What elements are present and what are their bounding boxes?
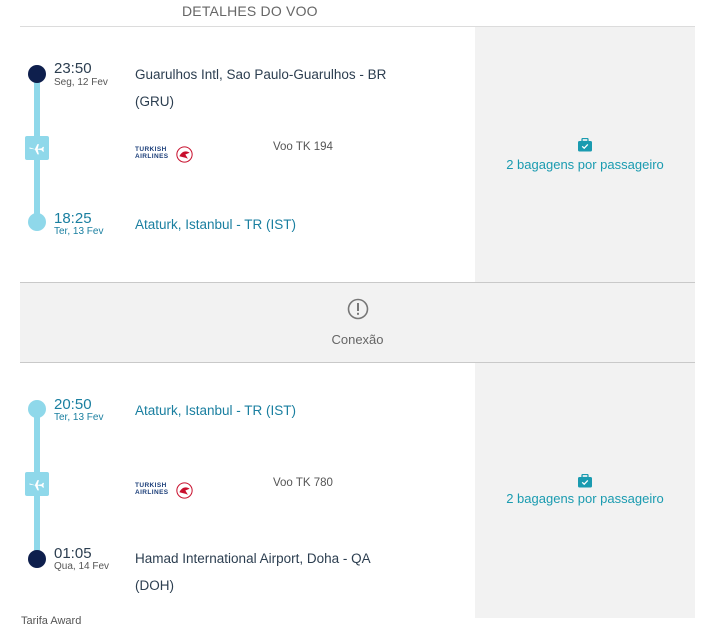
departure-date: Seg, 12 Fev <box>54 77 108 88</box>
airline-name-line1: TURKISH <box>135 146 167 153</box>
departure-time: 20:50 <box>54 396 92 413</box>
turkish-airlines-logo: TURKISH AIRLINES <box>135 146 195 164</box>
suitcase-check-icon <box>578 474 592 488</box>
airline-emblem-icon <box>176 482 193 499</box>
airline-name-line1: TURKISH <box>135 482 167 489</box>
departure-airport-code: (GRU) <box>135 94 174 109</box>
plane-icon <box>25 136 49 160</box>
page-title: DETALHES DO VOO <box>182 3 318 19</box>
departure-airport: Ataturk, Istanbul - TR (IST) <box>135 397 435 424</box>
departure-time: 23:50 <box>54 60 92 77</box>
departure-dot <box>28 65 46 83</box>
flight-number: Voo TK 194 <box>273 141 333 153</box>
baggage-panel: 2 bagagens por passageiro <box>475 363 695 618</box>
airline-name-line2: AIRLINES <box>135 153 169 160</box>
arrival-dot <box>28 550 46 568</box>
departure-airport-name: Ataturk, Istanbul - TR (IST) <box>135 403 297 418</box>
baggage-allowance: 2 bagagens por passageiro <box>506 157 664 172</box>
arrival-date: Qua, 14 Fev <box>54 561 110 572</box>
turkish-airlines-logo: TURKISH AIRLINES <box>135 482 195 500</box>
baggage-allowance: 2 bagagens por passageiro <box>506 491 664 506</box>
suitcase-check-icon <box>578 138 592 152</box>
plane-icon <box>25 472 49 496</box>
departure-airport-name: Guarulhos Intl, Sao Paulo-Guarulhos - BR <box>135 67 387 82</box>
arrival-airport: Ataturk, Istanbul - TR (IST) <box>135 211 435 238</box>
arrival-dot <box>28 213 46 231</box>
arrival-time: 18:25 <box>54 210 92 227</box>
arrival-airport-name: Hamad International Airport, Doha - QA <box>135 551 371 566</box>
baggage-panel: 2 bagagens por passageiro <box>475 27 695 282</box>
alert-circle-icon <box>347 298 369 320</box>
arrival-airport-code: (DOH) <box>135 578 174 593</box>
airline-name-line2: AIRLINES <box>135 489 169 496</box>
flight-segment-2: 20:50 Ter, 13 Fev Ataturk, Istanbul - TR… <box>20 363 695 618</box>
departure-date: Ter, 13 Fev <box>54 412 104 423</box>
arrival-airport: Hamad International Airport, Doha - QA (… <box>135 545 435 599</box>
arrival-date: Ter, 13 Fev <box>54 226 104 237</box>
connection-label: Conexão <box>331 332 384 347</box>
departure-airport: Guarulhos Intl, Sao Paulo-Guarulhos - BR… <box>135 61 435 115</box>
departure-dot <box>28 400 46 418</box>
flight-segment-1: 23:50 Seg, 12 Fev Guarulhos Intl, Sao Pa… <box>20 27 695 282</box>
arrival-airport-name: Ataturk, Istanbul - TR (IST) <box>135 217 297 232</box>
fare-type-label: Tarifa Award <box>21 615 82 627</box>
flight-number: Voo TK 780 <box>273 477 333 489</box>
arrival-time: 01:05 <box>54 545 92 562</box>
airline-emblem-icon <box>176 146 193 163</box>
connection-banner: Conexão <box>20 282 695 363</box>
